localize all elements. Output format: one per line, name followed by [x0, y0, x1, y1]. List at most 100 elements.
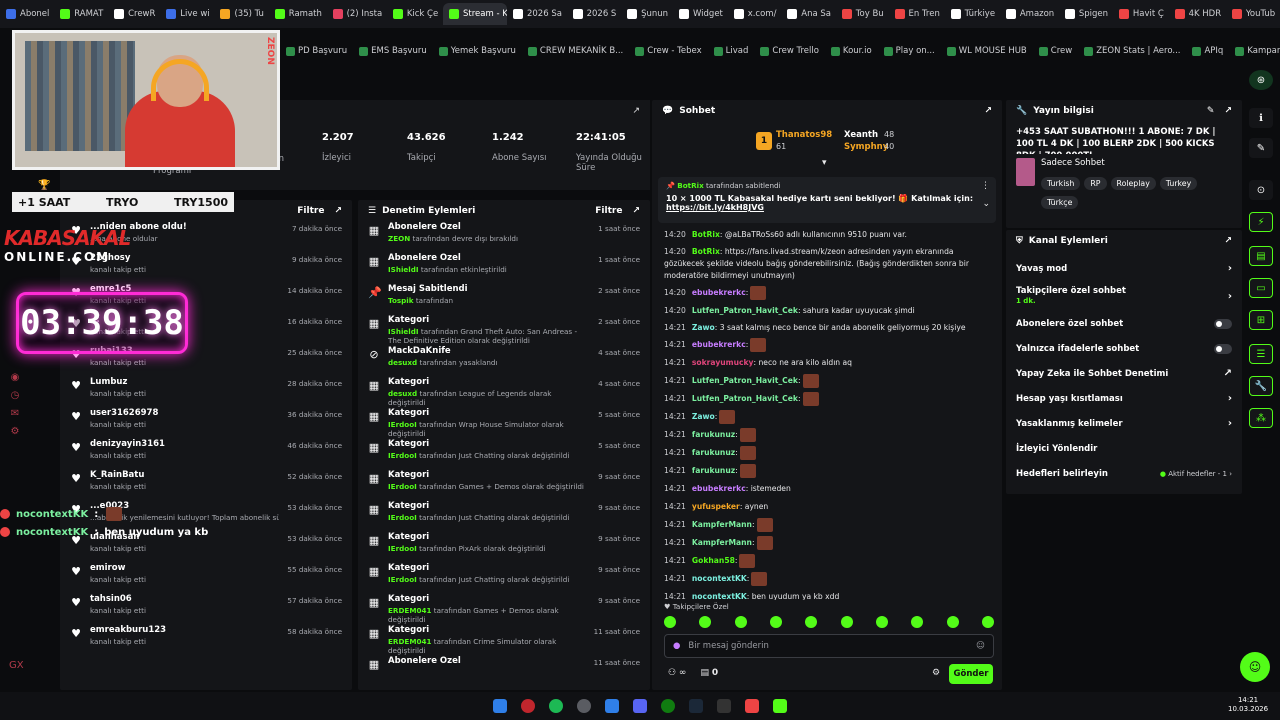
chat-username[interactable]: ebubekrerkc	[692, 484, 746, 493]
browser-tab[interactable]: 4K HDR	[1169, 3, 1226, 25]
chat-username[interactable]: BotRix	[692, 230, 720, 239]
bookmark-item[interactable]: Livad	[708, 46, 755, 56]
browser-tab[interactable]: Amazon	[1000, 3, 1059, 25]
chat-username[interactable]: yufuspeker	[692, 502, 740, 511]
tag-chip[interactable]: RP	[1084, 177, 1107, 190]
message-icon[interactable]: ▭	[1249, 278, 1273, 298]
chat-username[interactable]: ebubekrerkc	[692, 340, 746, 349]
channel-action-row[interactable]: Hesap yaşı kısıtlaması ›	[1006, 386, 1242, 411]
browser-tab[interactable]: Toy Bu	[836, 3, 889, 25]
channel-action-row[interactable]: Abonelere özel sohbet	[1006, 311, 1242, 336]
bookmark-item[interactable]: WL MOUSE HUB	[941, 46, 1033, 56]
bookmark-item[interactable]: EMS Başvuru	[353, 46, 433, 56]
pinned-user[interactable]: BotRix	[677, 181, 704, 190]
external-icon[interactable]: ↗	[334, 206, 342, 216]
chat-username[interactable]: nocontextKK	[692, 574, 747, 583]
browser-tab[interactable]: Türkiye	[945, 3, 1000, 25]
collapse-chevron-icon[interactable]: ▾	[822, 158, 827, 168]
browser-tab[interactable]: RAMAT	[54, 3, 108, 25]
steam-icon[interactable]	[689, 699, 703, 713]
bookmark-item[interactable]: CREW MEKANİK B...	[522, 46, 629, 56]
leader-2-name[interactable]: Xeanth	[844, 130, 878, 140]
emote-icon[interactable]	[734, 616, 747, 628]
wrench-icon[interactable]: 🔧	[1249, 376, 1273, 396]
mod-actor[interactable]: IErdooI	[388, 544, 417, 553]
toggle-switch[interactable]	[1214, 343, 1232, 354]
emote-icon[interactable]	[946, 616, 959, 628]
filter-button[interactable]: Filtre	[297, 206, 324, 216]
activity-username[interactable]: emirow	[90, 563, 279, 573]
leader-1-name[interactable]: Thanatos98	[776, 130, 832, 140]
browser-tab[interactable]: En Tren	[889, 3, 945, 25]
chat-username[interactable]: farukunuz	[692, 448, 735, 457]
mod-actor[interactable]: ERDEM041	[388, 637, 431, 646]
chat-username[interactable]: Lutfen_Patron_Havit_Cek	[692, 376, 798, 385]
emoji-icon[interactable]: ☺	[976, 641, 985, 651]
mod-actor[interactable]: IErdooI	[388, 575, 417, 584]
tag-chip[interactable]: Turkish	[1040, 177, 1081, 190]
bookmark-item[interactable]: Crew - Tebex	[629, 46, 707, 56]
chat-username[interactable]: sokrayumucky	[692, 358, 754, 367]
mod-actor[interactable]: Tospik	[388, 296, 414, 305]
mod-actor[interactable]: desuxd	[388, 389, 417, 398]
more-icon[interactable]: ⋮	[981, 181, 990, 191]
play-icon[interactable]: ◉	[9, 372, 21, 384]
leader-3-name[interactable]: Symphny	[844, 142, 888, 152]
emote-icon[interactable]	[981, 616, 994, 628]
send-button[interactable]: Gönder	[949, 664, 993, 684]
browser-tab[interactable]: 2026 S	[567, 3, 622, 25]
bolt-icon[interactable]: ⚡	[1249, 212, 1273, 232]
bookmark-item[interactable]: Play on...	[878, 46, 941, 56]
browser-tab[interactable]: Kick Çe	[387, 3, 443, 25]
mod-actor[interactable]: IShieldI	[388, 265, 419, 274]
mod-actor[interactable]: ZEON	[388, 234, 410, 243]
external-icon[interactable]: ↗	[1224, 236, 1232, 246]
discord-icon[interactable]	[633, 699, 647, 713]
windows-start-icon[interactable]	[493, 699, 507, 713]
category-name[interactable]: Sadece Sohbet	[1041, 158, 1232, 168]
channel-action-row[interactable]: Yalnızca ifadelerle sohbet	[1006, 336, 1242, 361]
app-icon[interactable]	[605, 699, 619, 713]
browser-tab[interactable]: (2) Insta	[327, 3, 387, 25]
browser-tab[interactable]: (35) Tu	[214, 3, 268, 25]
epic-icon[interactable]	[717, 699, 731, 713]
gx-icon[interactable]: GX	[9, 660, 24, 672]
chat-username[interactable]: Zawo	[692, 412, 715, 421]
info-icon[interactable]: ℹ	[1249, 108, 1273, 128]
edit-icon[interactable]: ✎	[1207, 106, 1215, 116]
target-icon[interactable]: ⊙	[1249, 180, 1273, 200]
emote-icon[interactable]	[699, 616, 712, 628]
browser-tab[interactable]: Live wi	[160, 3, 214, 25]
activity-username[interactable]: denizyayin3161	[90, 439, 279, 449]
channel-action-row[interactable]: Hedefleri belirleyin ● Aktif hedefler - 1…	[1006, 461, 1242, 486]
bookmark-item[interactable]: APIq	[1186, 46, 1229, 56]
browser-tab[interactable]: Havit Ç	[1113, 3, 1169, 25]
bookmark-item[interactable]: Kampanyalar	[1229, 46, 1280, 56]
bookmark-item[interactable]: Kour.io	[825, 46, 878, 56]
spotify-icon[interactable]	[549, 699, 563, 713]
chevron-down-icon[interactable]: ⌄	[982, 199, 990, 209]
chat-username[interactable]: Gokhan58	[692, 556, 735, 565]
chat-username[interactable]: Lutfen_Patron_Havit_Cek	[692, 306, 798, 315]
obs-icon[interactable]	[577, 699, 591, 713]
mail-icon[interactable]: ✉	[9, 408, 21, 420]
chat-username[interactable]: Zawo	[692, 323, 715, 332]
opera-icon[interactable]	[521, 699, 535, 713]
channel-action-row[interactable]: İzleyici Yönlendir	[1006, 436, 1242, 461]
browser-tab[interactable]: CrewR	[108, 3, 160, 25]
activity-username[interactable]: tahsin06	[90, 594, 279, 604]
browser-tab[interactable]: Ramath	[269, 3, 327, 25]
filter-button[interactable]: Filtre	[595, 206, 622, 216]
bookmark-item[interactable]: PD Başvuru	[280, 46, 353, 56]
mod-actor[interactable]: IErdooI	[388, 420, 417, 429]
mod-actor[interactable]: IErdooI	[388, 451, 417, 460]
external-icon[interactable]: ↗	[1224, 106, 1232, 116]
chat-username[interactable]: ebubekrerkc	[692, 288, 746, 297]
channel-action-row[interactable]: Takipçilere özel sohbet 1 dk. ›	[1006, 281, 1242, 311]
chat-username[interactable]: KampferMann	[692, 520, 752, 529]
browser-tab[interactable]: Widget	[673, 3, 728, 25]
kick-logo-icon[interactable]: ⊛	[1249, 70, 1273, 90]
browser-tab[interactable]: Stream - Kick	[442, 3, 507, 25]
browser-tab[interactable]: Şunun	[621, 3, 673, 25]
bookmark-item[interactable]: Crew Trello	[754, 46, 825, 56]
